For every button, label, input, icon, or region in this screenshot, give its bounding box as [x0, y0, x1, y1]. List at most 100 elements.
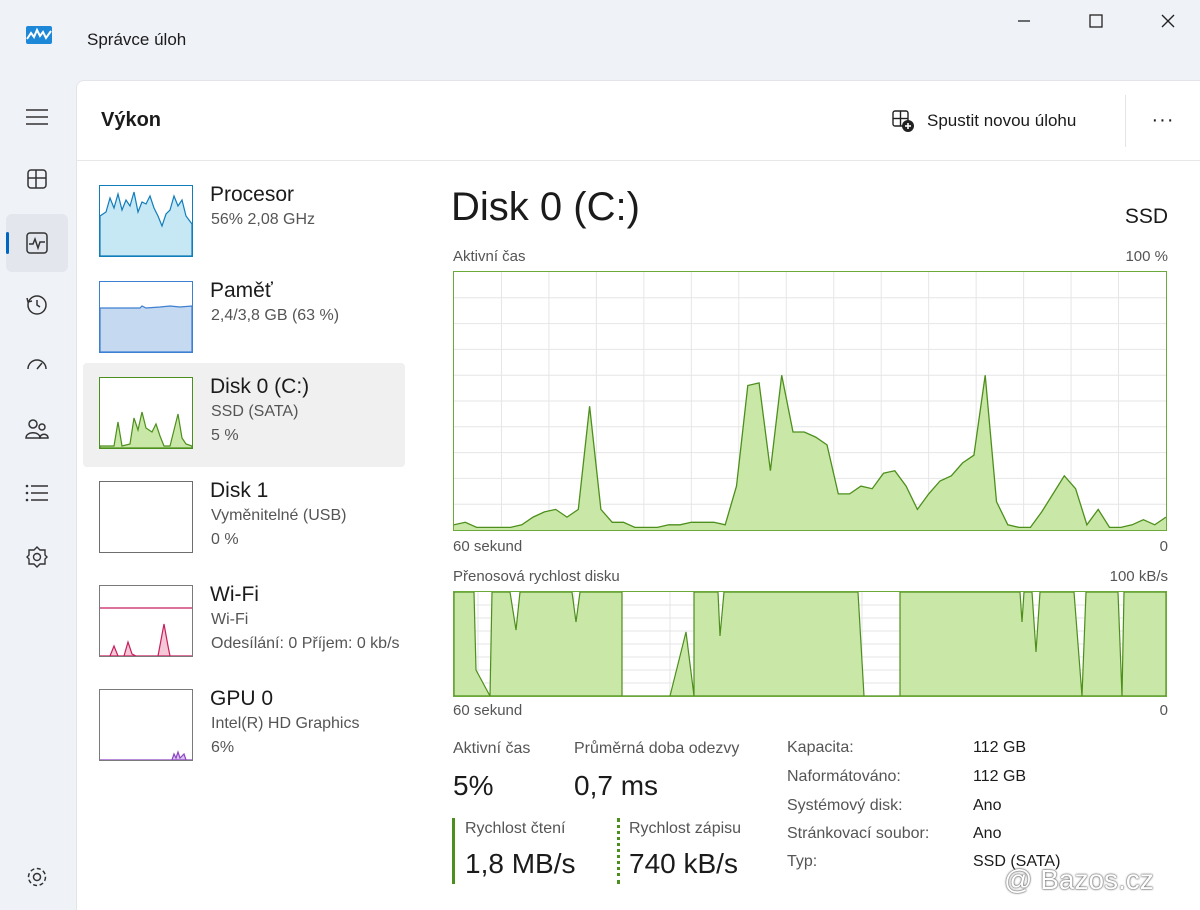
gpu-thumbnail	[99, 689, 193, 761]
write-rate-legend-bar	[617, 818, 620, 884]
disk-type: SSD	[1124, 205, 1168, 228]
device-item-gpu[interactable]: GPU 0 Intel(R) HD Graphics 6%	[83, 675, 405, 779]
maximize-icon	[1089, 14, 1103, 28]
active-time-chart-min: 0	[1159, 538, 1168, 555]
nav-menu[interactable]	[6, 88, 68, 146]
gpu-mini-graph	[100, 750, 192, 760]
app-history-icon	[26, 295, 47, 315]
memory-thumbnail	[99, 281, 193, 353]
device-name: Disk 0 (C:)	[210, 375, 310, 398]
settings-icon	[27, 867, 47, 887]
device-name: Wi-Fi	[210, 583, 259, 606]
header-divider	[1125, 95, 1126, 147]
device-detail: Vyměnitelné (USB)	[211, 507, 347, 524]
processes-icon	[27, 169, 47, 189]
prop-system-disk-label: Systémový disk:	[787, 797, 903, 814]
minimize-icon	[1018, 20, 1030, 22]
disk0-mini-graph	[100, 411, 192, 448]
device-detail: 2,4/3,8 GB (63 %)	[211, 307, 340, 324]
title-bar: Správce úloh	[0, 0, 1200, 80]
nav-startup[interactable]	[6, 338, 68, 396]
transfer-chart-label: Přenosová rychlost disku	[453, 568, 620, 585]
device-item-disk1[interactable]: Disk 1 Vyměnitelné (USB) 0 %	[83, 467, 405, 571]
prop-capacity-value: 112 GB	[973, 739, 1027, 756]
device-name: Paměť	[210, 279, 273, 302]
nav-performance[interactable]	[6, 214, 68, 272]
disk1-thumbnail	[99, 481, 193, 553]
prop-system-disk-value: Ano	[973, 797, 1002, 814]
prop-capacity-label: Kapacita:	[787, 739, 854, 756]
active-time-chart-label: Aktivní čas	[453, 248, 526, 265]
close-icon	[1161, 14, 1175, 28]
prop-type-label: Typ:	[787, 853, 818, 870]
transfer-rate-chart	[453, 591, 1167, 699]
more-options-button[interactable]: ···	[1145, 105, 1181, 135]
nav-processes[interactable]	[6, 150, 68, 208]
menu-icon	[26, 109, 48, 125]
nav-details[interactable]	[6, 464, 68, 522]
write-rate-value: 740 kB/s	[629, 848, 738, 879]
device-usage: Odesílání: 0 Příjem: 0 kb/s	[211, 635, 400, 652]
details-icon	[25, 484, 48, 502]
cpu-thumbnail	[99, 185, 193, 257]
read-rate-value: 1,8 MB/s	[465, 848, 576, 879]
transfer-chart-xlabel: 60 sekund	[453, 702, 523, 719]
performance-icon	[26, 232, 48, 254]
window-title: Správce úloh	[87, 30, 187, 49]
transfer-chart-min: 0	[1159, 702, 1168, 719]
active-time-chart-max: 100 %	[1125, 248, 1168, 265]
maximize-button[interactable]	[1076, 8, 1116, 34]
wifi-mini-graph	[100, 607, 192, 656]
device-detail: 56% 2,08 GHz	[211, 211, 316, 228]
transfer-chart-max: 100 kB/s	[1109, 568, 1168, 585]
startup-icon	[27, 359, 47, 370]
nav-users[interactable]	[6, 400, 68, 458]
active-time-stat-label: Aktivní čas	[453, 740, 531, 757]
page-title: Výkon	[101, 109, 162, 131]
watermark-logo: @ Bazos.cz	[1004, 864, 1154, 895]
page-header: Výkon Spustit novou úlohu ···	[77, 81, 1200, 161]
prop-formatted-value: 112 GB	[973, 768, 1027, 785]
read-rate-legend-bar	[452, 818, 455, 884]
device-usage: 5 %	[211, 427, 239, 444]
nav-settings[interactable]	[6, 848, 68, 906]
device-item-disk0[interactable]: Disk 0 (C:) SSD (SATA) 5 %	[83, 363, 405, 467]
prop-page-file-label: Stránkovací soubor:	[787, 825, 930, 842]
active-time-graph	[453, 272, 1167, 530]
prop-page-file-value: Ano	[973, 825, 1002, 842]
task-manager-app-icon	[26, 26, 52, 44]
device-usage: 6%	[211, 739, 235, 756]
device-item-wifi[interactable]: Wi-Fi Wi-Fi Odesílání: 0 Příjem: 0 kb/s	[83, 571, 405, 675]
read-rate-label: Rychlost čtení	[465, 820, 566, 837]
nav-services[interactable]	[6, 528, 68, 586]
wifi-thumbnail	[99, 585, 193, 657]
active-time-chart-xlabel: 60 sekund	[453, 538, 523, 555]
device-detail: Intel(R) HD Graphics	[211, 715, 360, 732]
run-new-task-button[interactable]: Spustit novou úlohu	[891, 105, 1076, 137]
device-name: GPU 0	[210, 687, 274, 710]
response-time-value: 0,7 ms	[574, 770, 659, 801]
memory-mini-graph	[100, 305, 192, 352]
cpu-mini-graph	[100, 191, 192, 256]
run-task-label: Spustit novou úlohu	[927, 111, 1077, 130]
device-name: Procesor	[210, 183, 295, 206]
services-icon	[26, 546, 48, 568]
device-usage: 0 %	[211, 531, 239, 548]
nav-app-history[interactable]	[6, 276, 68, 334]
response-time-label: Průměrná doba odezvy	[574, 740, 740, 757]
prop-formatted-label: Naformátováno:	[787, 768, 901, 785]
run-task-icon	[892, 110, 914, 132]
content-panel: Výkon Spustit novou úlohu ··· Procesor 5…	[76, 80, 1200, 910]
device-item-cpu[interactable]: Procesor 56% 2,08 GHz	[83, 171, 405, 275]
device-item-memory[interactable]: Paměť 2,4/3,8 GB (63 %)	[83, 267, 405, 371]
minimize-button[interactable]	[1004, 8, 1044, 34]
device-detail: Wi-Fi	[211, 611, 249, 628]
active-time-stat-value: 5%	[453, 770, 494, 801]
disk-title: Disk 0 (C:)	[451, 185, 640, 229]
nav-rail	[0, 80, 74, 910]
device-detail: SSD (SATA)	[211, 403, 299, 420]
users-icon	[25, 419, 49, 439]
close-button[interactable]	[1148, 8, 1188, 34]
write-rate-label: Rychlost zápisu	[629, 820, 742, 837]
transfer-rate-graph	[453, 591, 1167, 699]
